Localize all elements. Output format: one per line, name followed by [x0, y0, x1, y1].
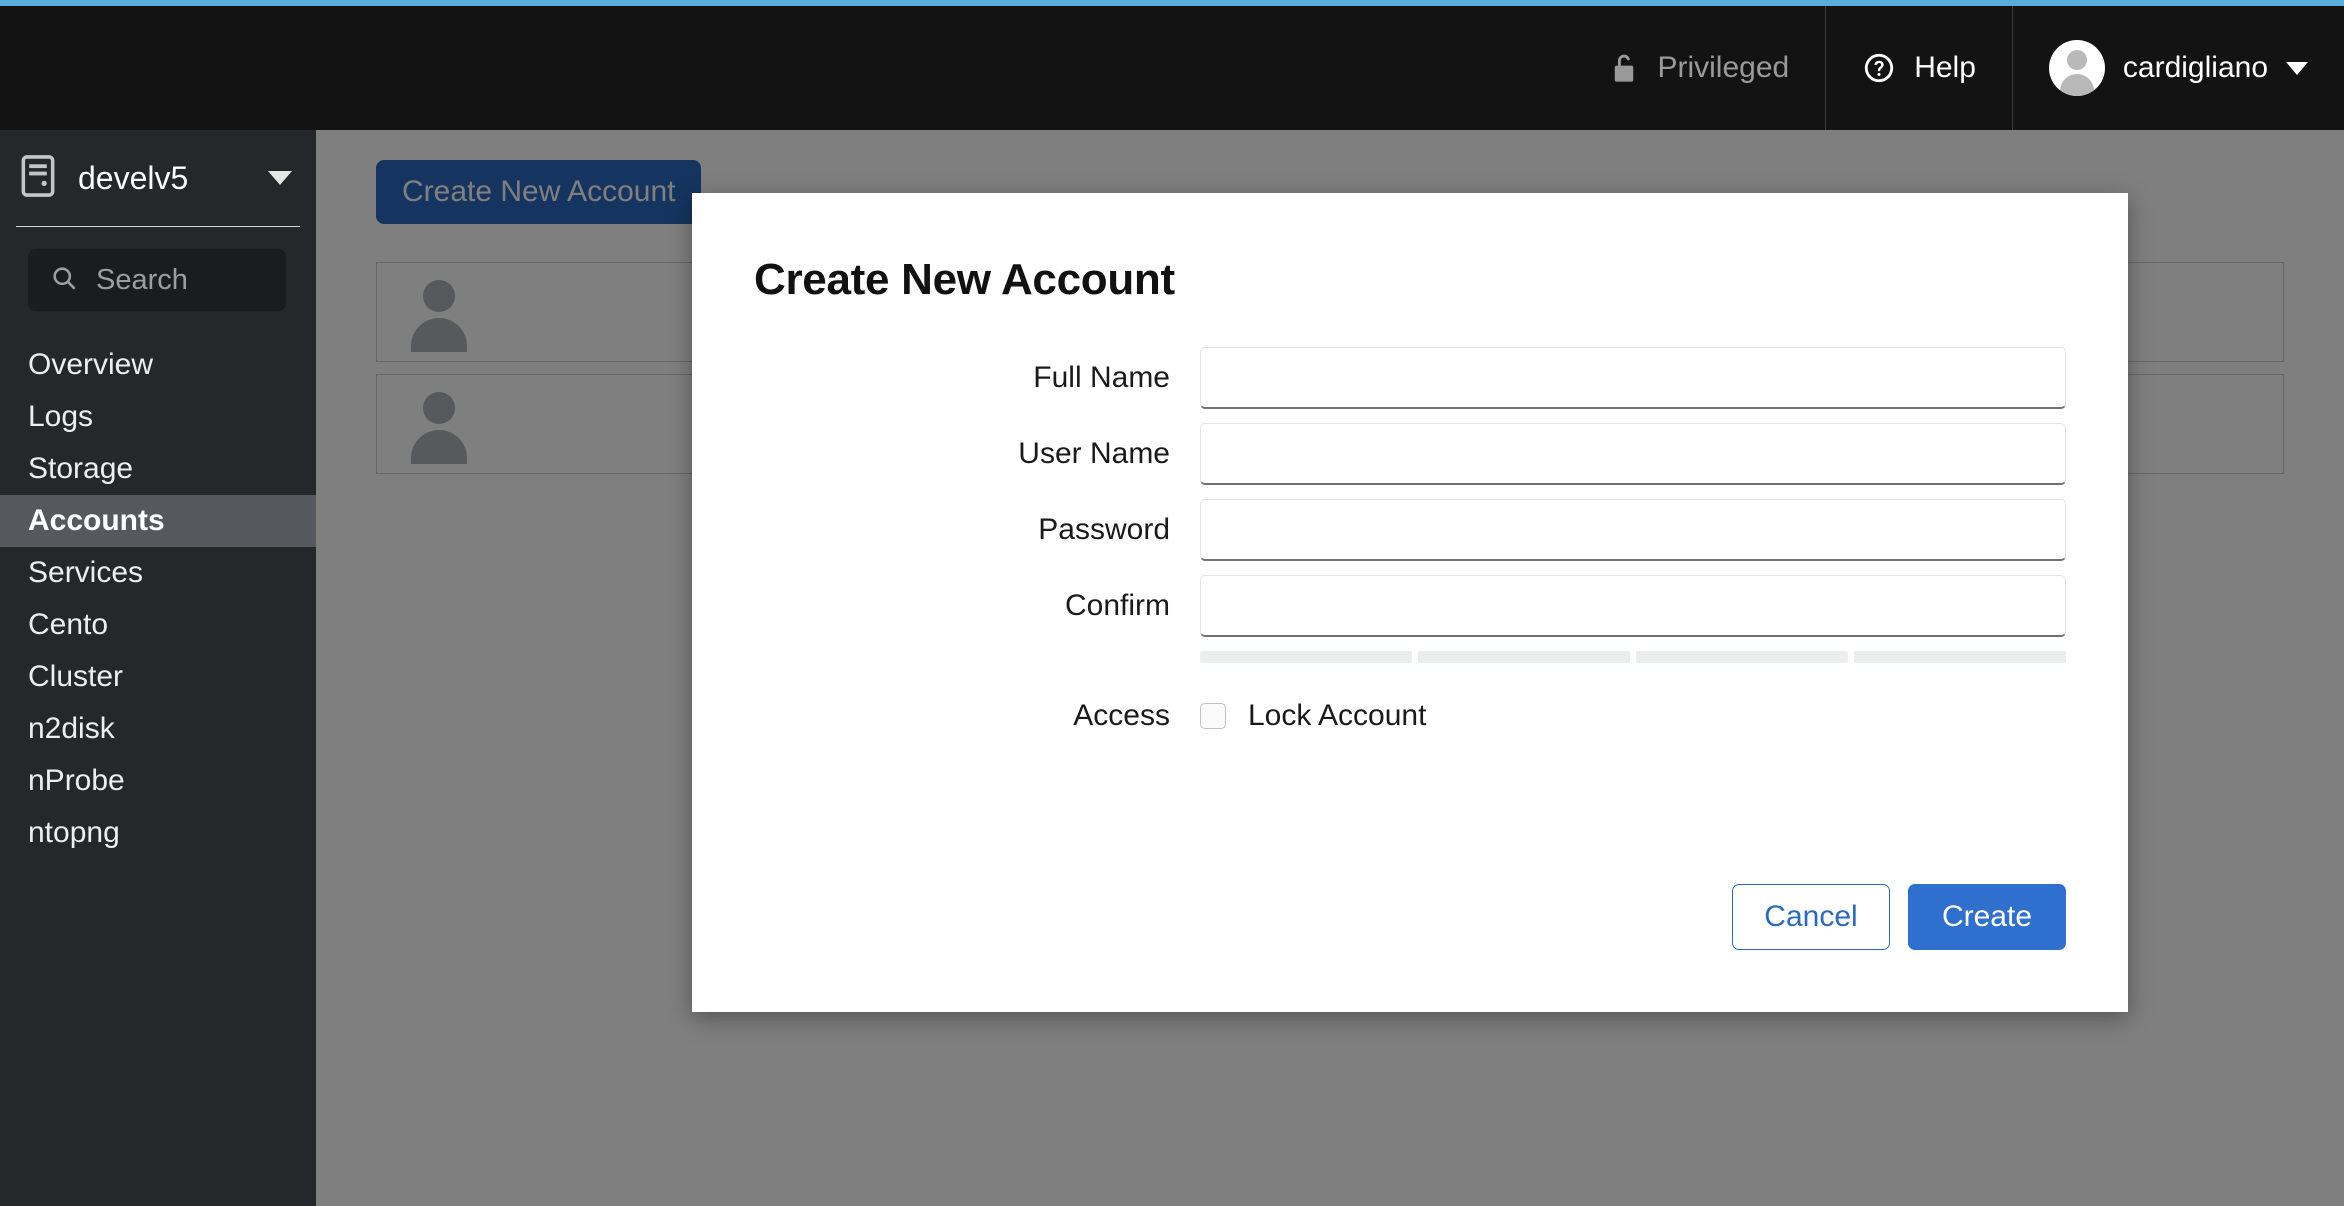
sidebar-item-accounts[interactable]: Accounts: [0, 495, 316, 547]
password-input[interactable]: [1200, 499, 2066, 561]
host-name-label: develv5: [78, 159, 189, 196]
sidebar-item-storage[interactable]: Storage: [0, 443, 316, 495]
strength-segment: [1636, 651, 1848, 663]
privileged-button[interactable]: Privileged: [1573, 6, 1825, 130]
host-selector[interactable]: develv5: [0, 130, 316, 226]
form-row-access: Access Lock Account: [692, 699, 2066, 733]
user-name-label: User Name: [1018, 437, 1170, 470]
sidebar-item-nprobe[interactable]: nProbe: [0, 755, 316, 807]
server-icon: [18, 154, 58, 203]
dialog-actions: Cancel Create: [1732, 884, 2066, 950]
confirm-password-input[interactable]: [1200, 575, 2066, 637]
password-strength-meter: [1200, 651, 2066, 663]
question-circle-icon: [1862, 51, 1896, 85]
user-name-input[interactable]: [1200, 423, 2066, 485]
unlock-icon: [1609, 51, 1639, 85]
sidebar-item-cento[interactable]: Cento: [0, 599, 316, 651]
sidebar-nav: Overview Logs Storage Accounts Services …: [0, 339, 316, 859]
create-button[interactable]: Create: [1908, 884, 2066, 950]
search-icon: [50, 264, 78, 297]
confirm-label: Confirm: [1064, 589, 1170, 622]
form-row-user-name: User Name: [692, 423, 2066, 485]
create-account-dialog: Create New Account Full Name User Name P…: [692, 193, 2128, 1012]
chevron-down-icon: [268, 171, 292, 185]
full-name-label: Full Name: [1033, 361, 1170, 394]
help-label: Help: [1914, 51, 1976, 84]
chevron-down-icon: [2286, 61, 2308, 75]
sidebar-item-overview[interactable]: Overview: [0, 339, 316, 391]
search-placeholder: Search: [96, 263, 188, 296]
form-row-password: Password: [692, 499, 2066, 561]
sidebar-item-logs[interactable]: Logs: [0, 391, 316, 443]
create-account-form: Full Name User Name Password Confirm Acc…: [692, 347, 2128, 733]
top-header: Privileged Help cardigliano: [0, 6, 2344, 130]
user-name-label: cardigliano: [2122, 51, 2268, 84]
sidebar-search-wrap: Search: [0, 227, 316, 329]
strength-segment: [1418, 651, 1630, 663]
help-button[interactable]: Help: [1826, 6, 2012, 130]
search-input[interactable]: Search: [28, 249, 286, 311]
cancel-button[interactable]: Cancel: [1732, 884, 1890, 950]
strength-segment: [1200, 651, 1412, 663]
full-name-input[interactable]: [1200, 347, 2066, 409]
form-row-confirm: Confirm: [692, 575, 2066, 637]
sidebar-item-services[interactable]: Services: [0, 547, 316, 599]
sidebar: develv5 Search Overview Logs Storage Acc…: [0, 130, 316, 1206]
sidebar-item-ntopng[interactable]: ntopng: [0, 807, 316, 859]
access-label: Access: [1073, 699, 1170, 732]
form-row-full-name: Full Name: [692, 347, 2066, 409]
avatar-icon: [2048, 40, 2105, 96]
sidebar-item-n2disk[interactable]: n2disk: [0, 703, 316, 755]
strength-segment: [1854, 651, 2066, 663]
dialog-title: Create New Account: [754, 255, 1175, 304]
password-label: Password: [1038, 513, 1170, 546]
user-menu-button[interactable]: cardigliano: [2013, 6, 2344, 130]
app-root: Privileged Help cardigliano develv5 Sear…: [0, 0, 2344, 1206]
sidebar-item-cluster[interactable]: Cluster: [0, 651, 316, 703]
lock-account-label: Lock Account: [1248, 699, 1427, 732]
lock-account-checkbox[interactable]: [1200, 703, 1226, 729]
privileged-label: Privileged: [1657, 51, 1790, 84]
